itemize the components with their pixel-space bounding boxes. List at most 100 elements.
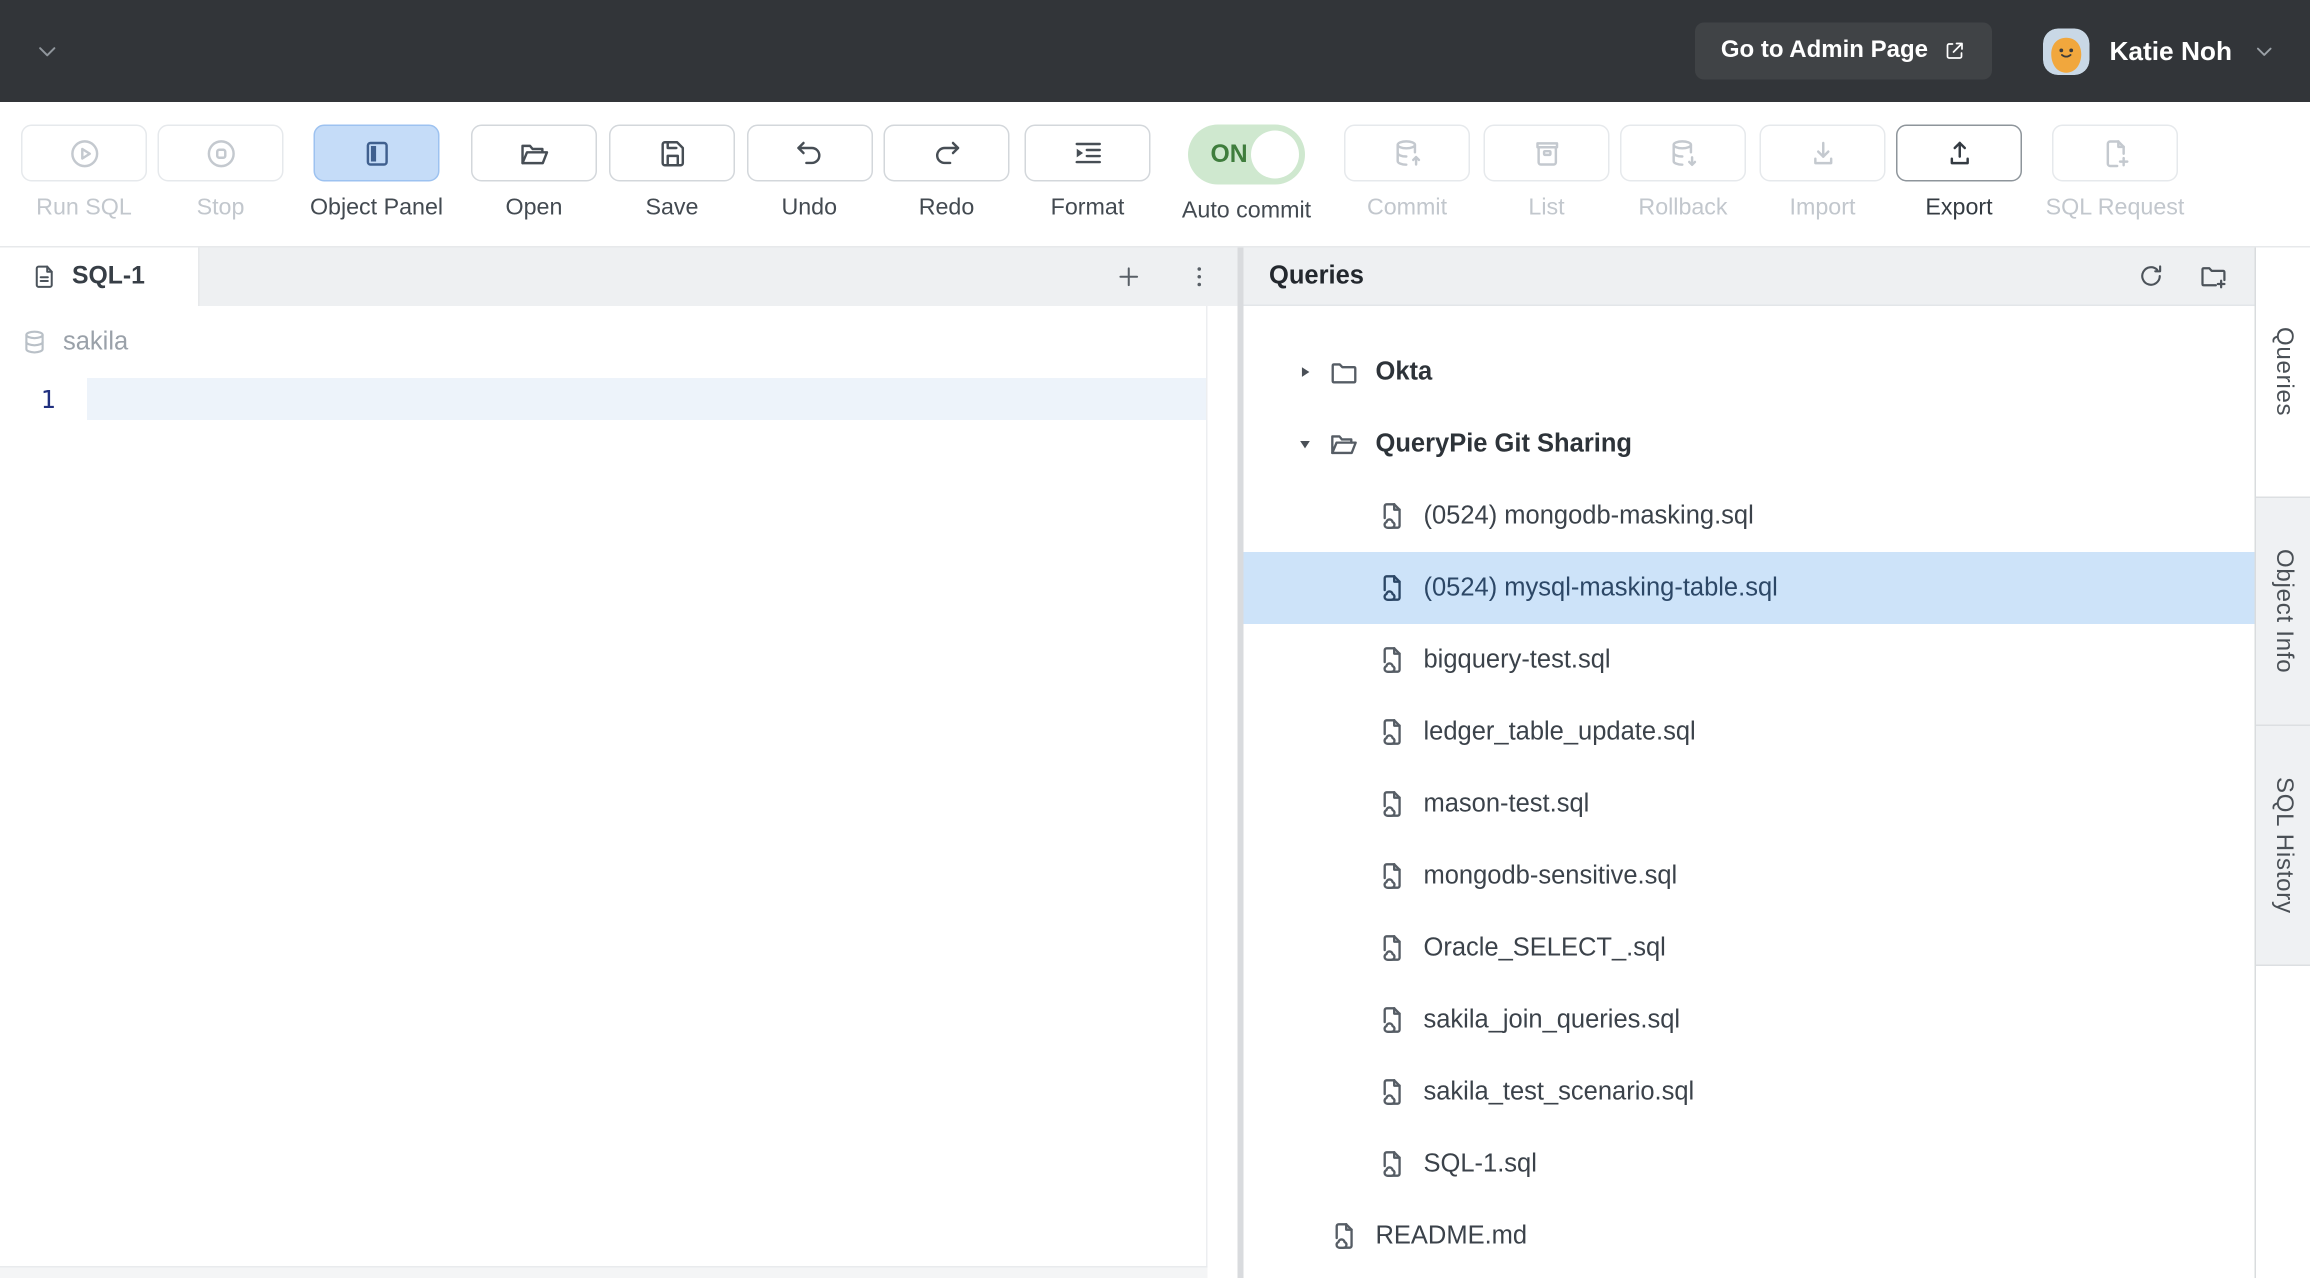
list-button[interactable] xyxy=(1484,125,1610,182)
queries-panel: Queries Okta QueryPie Git Sharing xyxy=(1244,248,2255,1278)
toolbar-item-list: List xyxy=(1481,125,1613,223)
refresh-button[interactable] xyxy=(2136,261,2166,291)
toolbar-item-import: Import xyxy=(1754,125,1892,223)
tree-file-mason-test[interactable]: mason-test.sql xyxy=(1244,768,2255,840)
tree-label: mongodb-sensitive.sql xyxy=(1424,861,1678,891)
sql-file-icon xyxy=(1376,1004,1409,1037)
toolbar-item-format: Format xyxy=(1016,125,1160,223)
line-number: 1 xyxy=(0,385,87,414)
redo-icon xyxy=(929,136,964,171)
toolbar-item-run-sql: Run SQL xyxy=(15,125,153,223)
sql-file-icon xyxy=(1328,1220,1361,1253)
undo-icon xyxy=(792,136,827,171)
go-to-admin-page-button[interactable]: Go to Admin Page xyxy=(1695,23,1992,80)
stop-button[interactable] xyxy=(158,125,284,182)
refresh-icon xyxy=(2136,261,2166,291)
tree-folder-querypie-git-sharing[interactable]: QueryPie Git Sharing xyxy=(1244,408,2255,480)
editor-horizontal-scrollbar[interactable] xyxy=(0,1266,1208,1278)
database-commit-icon xyxy=(1390,136,1425,171)
tree-file-mongodb-masking[interactable]: (0524) mongodb-masking.sql xyxy=(1244,480,2255,552)
toolbar-item-stop: Stop xyxy=(153,125,288,223)
stop-label: Stop xyxy=(197,195,245,222)
tree-file-readme[interactable]: README.md xyxy=(1244,1200,2255,1272)
new-folder-button[interactable] xyxy=(2198,260,2230,292)
redo-label: Redo xyxy=(919,195,975,222)
rollback-button[interactable] xyxy=(1620,125,1746,182)
tree-file-oracle-select[interactable]: Oracle_SELECT_.sql xyxy=(1244,912,2255,984)
object-panel-icon xyxy=(359,136,394,171)
export-button[interactable] xyxy=(1896,125,2022,182)
sql-file-icon xyxy=(1376,860,1409,893)
object-panel-button[interactable] xyxy=(314,125,440,182)
tab-sql-1[interactable]: SQL-1 xyxy=(0,248,200,307)
plus-icon xyxy=(1115,263,1144,292)
tree-file-sakila-test-scenario[interactable]: sakila_test_scenario.sql xyxy=(1244,1056,2255,1128)
code-editor[interactable]: sakila 1 xyxy=(0,306,1238,1278)
query-file-tree: Okta QueryPie Git Sharing (0524) mongodb… xyxy=(1244,306,2255,1278)
editor-line-1: 1 xyxy=(0,378,1238,420)
collapse-chevron-icon[interactable] xyxy=(33,37,62,66)
caret-right-icon[interactable] xyxy=(1295,362,1328,383)
auto-commit-label: Auto commit xyxy=(1182,198,1311,225)
tree-file-mongodb-sensitive[interactable]: mongodb-sensitive.sql xyxy=(1244,840,2255,912)
object-panel-label: Object Panel xyxy=(310,195,443,222)
commit-button[interactable] xyxy=(1344,125,1470,182)
redo-button[interactable] xyxy=(884,125,1010,182)
connection-name: sakila xyxy=(63,327,128,357)
side-tab-queries[interactable]: Queries xyxy=(2256,248,2310,499)
tree-file-sql-1[interactable]: SQL-1.sql xyxy=(1244,1128,2255,1200)
toolbar-item-export: Export xyxy=(1892,125,2027,223)
open-label: Open xyxy=(506,195,563,222)
side-tab-strip: Queries Object Info SQL History xyxy=(2255,248,2310,1278)
play-circle-icon xyxy=(67,136,102,171)
folder-open-icon xyxy=(517,136,552,171)
active-line-highlight[interactable] xyxy=(87,378,1208,420)
toolbar-item-undo: Undo xyxy=(741,125,878,223)
app-window: Go to Admin Page Katie Noh Run SQL xyxy=(0,0,2310,1278)
tree-label: sakila_join_queries.sql xyxy=(1424,1005,1681,1035)
side-tab-sql-history[interactable]: SQL History xyxy=(2256,726,2310,966)
side-strip-filler xyxy=(2256,966,2310,1278)
sql-request-button[interactable] xyxy=(2052,125,2178,182)
open-button[interactable] xyxy=(471,125,597,182)
toggle-knob xyxy=(1251,131,1299,179)
undo-label: Undo xyxy=(781,195,837,222)
caret-down-icon[interactable] xyxy=(1295,434,1328,455)
import-arrow-icon xyxy=(1805,136,1840,171)
file-plus-icon xyxy=(2098,136,2133,171)
sql-file-icon xyxy=(1376,788,1409,821)
tree-file-sakila-join-queries[interactable]: sakila_join_queries.sql xyxy=(1244,984,2255,1056)
toolbar-item-commit: Commit xyxy=(1334,125,1481,223)
editor-toolbar: Run SQL Stop Object Panel Open Save Undo… xyxy=(0,102,2310,246)
tree-label: README.md xyxy=(1376,1221,1528,1251)
tree-file-mysql-masking-table[interactable]: (0524) mysql-masking-table.sql xyxy=(1244,552,2255,624)
undo-button[interactable] xyxy=(746,125,872,182)
side-tab-label: Queries xyxy=(2270,327,2297,416)
sql-file-icon xyxy=(1376,1076,1409,1109)
save-button[interactable] xyxy=(609,125,735,182)
tree-label: Okta xyxy=(1376,357,1433,387)
folder-icon xyxy=(1328,356,1361,389)
side-tab-label: SQL History xyxy=(2270,777,2297,914)
user-menu[interactable]: Katie Noh xyxy=(2043,28,2277,75)
import-button[interactable] xyxy=(1760,125,1886,182)
sql-file-icon xyxy=(1376,932,1409,965)
auto-commit-toggle[interactable]: ON xyxy=(1188,125,1305,185)
admin-button-label: Go to Admin Page xyxy=(1721,38,1928,65)
run-sql-button[interactable] xyxy=(21,125,147,182)
tree-folder-okta[interactable]: Okta xyxy=(1244,336,2255,408)
tree-label: sakila_test_scenario.sql xyxy=(1424,1077,1695,1107)
new-tab-button[interactable] xyxy=(1115,263,1144,292)
sql-file-icon xyxy=(1376,500,1409,533)
commit-label: Commit xyxy=(1367,195,1447,222)
stop-circle-icon xyxy=(203,136,238,171)
tree-label: bigquery-test.sql xyxy=(1424,645,1611,675)
tree-file-bigquery-test[interactable]: bigquery-test.sql xyxy=(1244,624,2255,696)
tree-file-ledger-table-update[interactable]: ledger_table_update.sql xyxy=(1244,696,2255,768)
tab-menu-button[interactable] xyxy=(1185,263,1214,292)
format-button[interactable] xyxy=(1025,125,1151,182)
format-indent-icon xyxy=(1070,136,1105,171)
user-menu-chevron-icon xyxy=(2252,38,2278,64)
side-tab-object-info[interactable]: Object Info xyxy=(2256,498,2310,726)
toolbar-item-open: Open xyxy=(465,125,603,223)
